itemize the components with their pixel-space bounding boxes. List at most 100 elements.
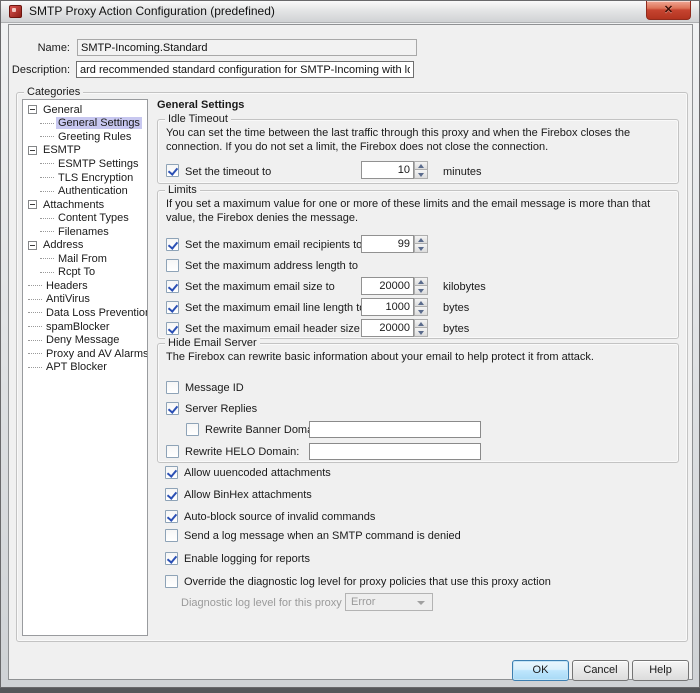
idle-timeout-label: Idle Timeout — [165, 113, 231, 125]
max-line-length-checkbox[interactable] — [166, 301, 179, 314]
rewrite-helo-checkbox[interactable] — [166, 445, 179, 458]
ok-button[interactable]: OK — [512, 660, 569, 681]
timeout-unit: minutes — [443, 166, 482, 178]
description-label: Description: — [9, 64, 70, 76]
server-replies-checkbox[interactable] — [166, 402, 179, 415]
spinner-up-icon[interactable] — [414, 161, 428, 170]
max-email-size-checkbox[interactable] — [166, 280, 179, 293]
tree-item-authentication[interactable]: Authentication — [23, 184, 147, 198]
enable-logging-label: Enable logging for reports — [184, 553, 310, 565]
spinner-up-icon[interactable] — [414, 235, 428, 244]
tree-item-esmtp-settings[interactable]: ESMTP Settings — [23, 157, 147, 171]
diagnostic-level-value: Error — [351, 596, 375, 608]
rewrite-banner-checkbox[interactable] — [186, 423, 199, 436]
name-field[interactable] — [77, 39, 417, 56]
auto-block-checkbox[interactable] — [165, 510, 178, 523]
hide-email-server-description: The Firebox can rewrite basic informatio… — [166, 350, 668, 364]
timeout-checkbox[interactable] — [166, 164, 179, 177]
tree-item-data-loss-prevention[interactable]: Data Loss Prevention — [23, 306, 147, 320]
timeout-checkbox-label: Set the timeout to — [185, 166, 271, 178]
categories-tree[interactable]: General General Settings Greeting Rules … — [22, 99, 148, 636]
tree-item-general[interactable]: General — [23, 103, 147, 117]
spinner-down-icon[interactable] — [414, 328, 428, 337]
cancel-button[interactable]: Cancel — [572, 660, 629, 681]
message-id-checkbox[interactable] — [166, 381, 179, 394]
max-header-size-spinner[interactable]: 20000 — [361, 319, 428, 337]
limits-label: Limits — [165, 184, 200, 196]
max-email-size-label: Set the maximum email size to — [185, 281, 335, 293]
app-icon — [9, 5, 22, 18]
spinner-up-icon[interactable] — [414, 277, 428, 286]
description-field[interactable] — [76, 61, 414, 78]
spinner-down-icon[interactable] — [414, 286, 428, 295]
tree-item-proxy-av-alarms[interactable]: Proxy and AV Alarms — [23, 347, 147, 361]
enable-logging-checkbox[interactable] — [165, 552, 178, 565]
rewrite-helo-field[interactable] — [309, 443, 481, 460]
timeout-spinner[interactable]: 10 — [361, 161, 428, 179]
window-title: SMTP Proxy Action Configuration (predefi… — [29, 1, 275, 22]
message-id-label: Message ID — [185, 382, 244, 394]
max-line-length-spinner[interactable]: 1000 — [361, 298, 428, 316]
send-log-message-checkbox[interactable] — [165, 529, 178, 542]
rewrite-banner-label: Rewrite Banner Domain: — [205, 424, 325, 436]
max-header-size-label: Set the maximum email header size to — [185, 323, 372, 335]
name-label: Name: — [9, 42, 70, 54]
max-line-length-label: Set the maximum email line length to — [185, 302, 365, 314]
rewrite-banner-field[interactable] — [309, 421, 481, 438]
allow-uuencoded-checkbox[interactable] — [165, 466, 178, 479]
max-address-length-checkbox[interactable] — [166, 259, 179, 272]
tree-item-content-types[interactable]: Content Types — [23, 211, 147, 225]
max-address-length-label: Set the maximum address length to — [185, 260, 358, 272]
timeout-value[interactable]: 10 — [361, 161, 414, 179]
max-header-size-unit: bytes — [443, 323, 469, 335]
collapse-icon[interactable] — [28, 146, 37, 155]
tree-item-apt-blocker[interactable]: APT Blocker — [23, 360, 147, 374]
max-recipients-label: Set the maximum email recipients to — [185, 239, 362, 251]
spinner-down-icon[interactable] — [414, 170, 428, 179]
tree-item-antivirus[interactable]: AntiVirus — [23, 293, 147, 307]
collapse-icon[interactable] — [28, 200, 37, 209]
rewrite-helo-label: Rewrite HELO Domain: — [185, 446, 299, 458]
idle-timeout-description: You can set the time between the last tr… — [166, 126, 668, 154]
hide-email-server-group: Hide Email Server The Firebox can rewrit… — [157, 343, 679, 463]
tree-item-attachments[interactable]: Attachments — [23, 198, 147, 212]
allow-binhex-label: Allow BinHex attachments — [184, 489, 312, 501]
limits-group: Limits If you set a maximum value for on… — [157, 190, 679, 339]
spinner-down-icon[interactable] — [414, 307, 428, 316]
tree-item-greeting-rules[interactable]: Greeting Rules — [23, 130, 147, 144]
help-button[interactable]: Help — [632, 660, 689, 681]
max-email-size-spinner[interactable]: 20000 — [361, 277, 428, 295]
page-title: General Settings — [157, 99, 244, 111]
title-bar[interactable]: SMTP Proxy Action Configuration (predefi… — [1, 1, 699, 23]
allow-binhex-checkbox[interactable] — [165, 488, 178, 501]
spinner-down-icon[interactable] — [414, 244, 428, 253]
diagnostic-level-select[interactable]: Error — [345, 593, 433, 611]
dialog-body: Name: Description: Categories General Ge… — [8, 24, 693, 680]
spinner-up-icon[interactable] — [414, 298, 428, 307]
tree-item-headers[interactable]: Headers — [23, 279, 147, 293]
tree-item-general-settings[interactable]: General Settings — [23, 117, 147, 131]
allow-uuencoded-label: Allow uuencoded attachments — [184, 467, 331, 479]
tree-item-deny-message[interactable]: Deny Message — [23, 333, 147, 347]
tree-item-filenames[interactable]: Filenames — [23, 225, 147, 239]
override-diagnostic-checkbox[interactable] — [165, 575, 178, 588]
max-header-size-checkbox[interactable] — [166, 322, 179, 335]
collapse-icon[interactable] — [28, 241, 37, 250]
close-button[interactable]: ✕ — [646, 1, 691, 20]
auto-block-label: Auto-block source of invalid commands — [184, 511, 375, 523]
tree-item-tls-encryption[interactable]: TLS Encryption — [23, 171, 147, 185]
idle-timeout-group: Idle Timeout You can set the time betwee… — [157, 119, 679, 184]
max-recipients-spinner[interactable]: 99 — [361, 235, 428, 253]
categories-group-label: Categories — [24, 86, 83, 98]
tree-item-address[interactable]: Address — [23, 238, 147, 252]
limits-description: If you set a maximum value for one or mo… — [166, 197, 668, 225]
tree-item-spamblocker[interactable]: spamBlocker — [23, 320, 147, 334]
hide-email-server-label: Hide Email Server — [165, 337, 260, 349]
collapse-icon[interactable] — [28, 105, 37, 114]
tree-item-rcpt-to[interactable]: Rcpt To — [23, 266, 147, 280]
spinner-up-icon[interactable] — [414, 319, 428, 328]
max-recipients-checkbox[interactable] — [166, 238, 179, 251]
tree-item-esmtp[interactable]: ESMTP — [23, 144, 147, 158]
tree-item-mail-from[interactable]: Mail From — [23, 252, 147, 266]
close-icon: ✕ — [647, 3, 690, 16]
